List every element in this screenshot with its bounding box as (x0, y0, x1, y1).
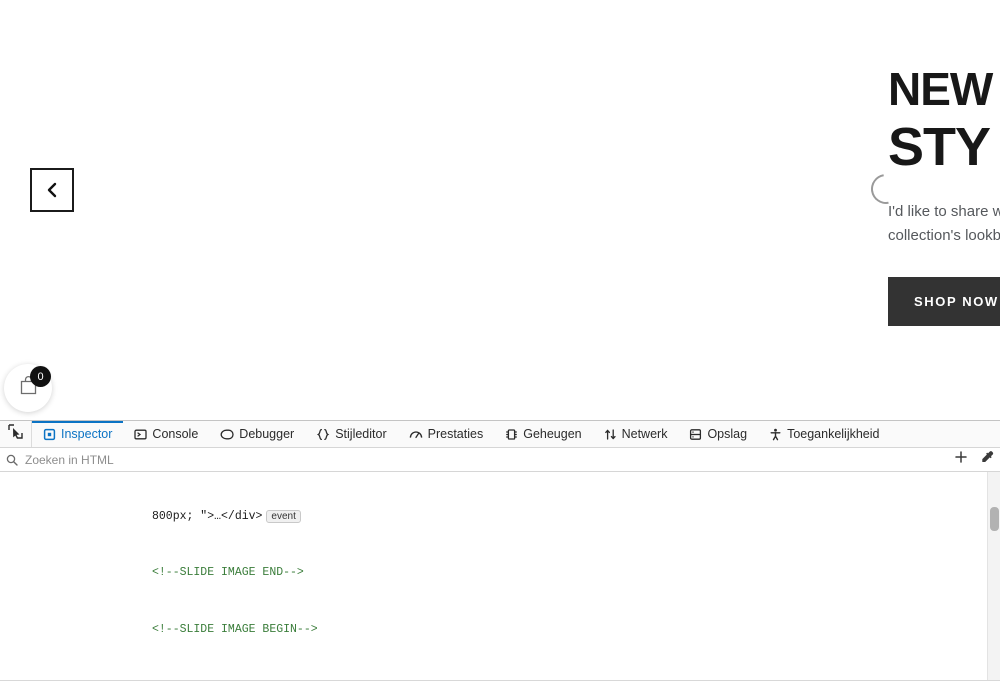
devtools-panel: Inspector Console Debugger Stijleditor P… (0, 420, 1000, 681)
tab-console-label: Console (152, 427, 199, 441)
tab-accessibility-label: Toegankelijkheid (787, 427, 880, 441)
hero-headline-line-1: NEW (888, 63, 993, 115)
search-icon (6, 454, 18, 466)
debugger-icon (220, 428, 234, 441)
markup-scrollbar-thumb[interactable] (990, 507, 999, 531)
markup-comment-slide-image-begin-1[interactable]: <!--SLIDE IMAGE BEGIN--> (0, 623, 1000, 637)
network-icon (604, 428, 617, 441)
tab-memory[interactable]: Geheugen (494, 421, 592, 447)
style-editor-icon (316, 428, 330, 441)
tab-performance[interactable]: Prestaties (398, 421, 495, 447)
shop-now-button[interactable]: SHOP NOW (888, 276, 1000, 326)
add-node-button[interactable] (948, 449, 974, 471)
console-icon (134, 428, 148, 441)
hero-description-line-2: collection's lookb (888, 227, 1000, 245)
storage-icon (689, 428, 702, 441)
devtools-toolbar: Inspector Console Debugger Stijleditor P… (0, 421, 1000, 448)
hero-banner: NEW STY I'd like to share w collection's… (888, 66, 1000, 326)
cart-count-badge: 0 (30, 366, 51, 387)
tab-inspector[interactable]: Inspector (32, 421, 123, 447)
markup-comment-slide-image-end-1[interactable]: <!--SLIDE IMAGE END--> (0, 566, 1000, 580)
eyedropper-icon (980, 450, 994, 469)
tab-network-label: Netwerk (621, 427, 668, 441)
eyedropper-button[interactable] (974, 449, 1000, 471)
hero-headline-line-2: STY (888, 117, 991, 177)
tab-style-editor[interactable]: Stijleditor (305, 421, 397, 447)
tab-debugger-label: Debugger (239, 427, 295, 441)
memory-icon (505, 428, 518, 441)
hero-description-line-1: I'd like to share w (888, 203, 1000, 220)
markup-scrollbar[interactable] (987, 472, 1000, 681)
hero-description: I'd like to share w collection's lookb (888, 200, 1000, 249)
markup-search-bar (0, 448, 1000, 472)
tab-memory-label: Geheugen (523, 427, 582, 441)
comment-text: <!--SLIDE IMAGE END--> (152, 566, 304, 580)
markup-tree-view[interactable]: 800px; ">…</div> event <!--SLIDE IMAGE EN… (0, 472, 1000, 681)
markup-line-clipped[interactable]: 800px; ">…</div> event (0, 509, 1000, 524)
comment-text: <!--SLIDE IMAGE BEGIN--> (152, 623, 318, 637)
tab-console[interactable]: Console (123, 421, 209, 447)
accessibility-icon (769, 428, 782, 441)
element-picker-icon (8, 424, 23, 444)
webpage-viewport: NEW STY I'd like to share w collection's… (0, 0, 1000, 420)
tab-performance-label: Prestaties (427, 427, 484, 441)
tab-style-editor-label: Stijleditor (335, 427, 387, 441)
tab-inspector-label: Inspector (61, 427, 113, 441)
search-input[interactable] (23, 451, 948, 468)
tab-storage[interactable]: Opslag (678, 421, 758, 447)
performance-icon (409, 428, 423, 441)
tab-debugger[interactable]: Debugger (209, 421, 305, 447)
plus-icon (954, 450, 968, 469)
tab-storage-label: Opslag (707, 427, 748, 441)
tab-network[interactable]: Netwerk (593, 421, 679, 447)
element-picker-button[interactable] (0, 421, 32, 447)
chevron-left-icon (45, 181, 59, 199)
slider-prev-button[interactable] (30, 168, 74, 212)
markup-line-clipped-text: 800px; ">…</div> (152, 509, 263, 523)
tab-accessibility[interactable]: Toegankelijkheid (758, 421, 890, 447)
inspector-icon (43, 428, 56, 441)
event-badge[interactable]: event (266, 509, 301, 523)
